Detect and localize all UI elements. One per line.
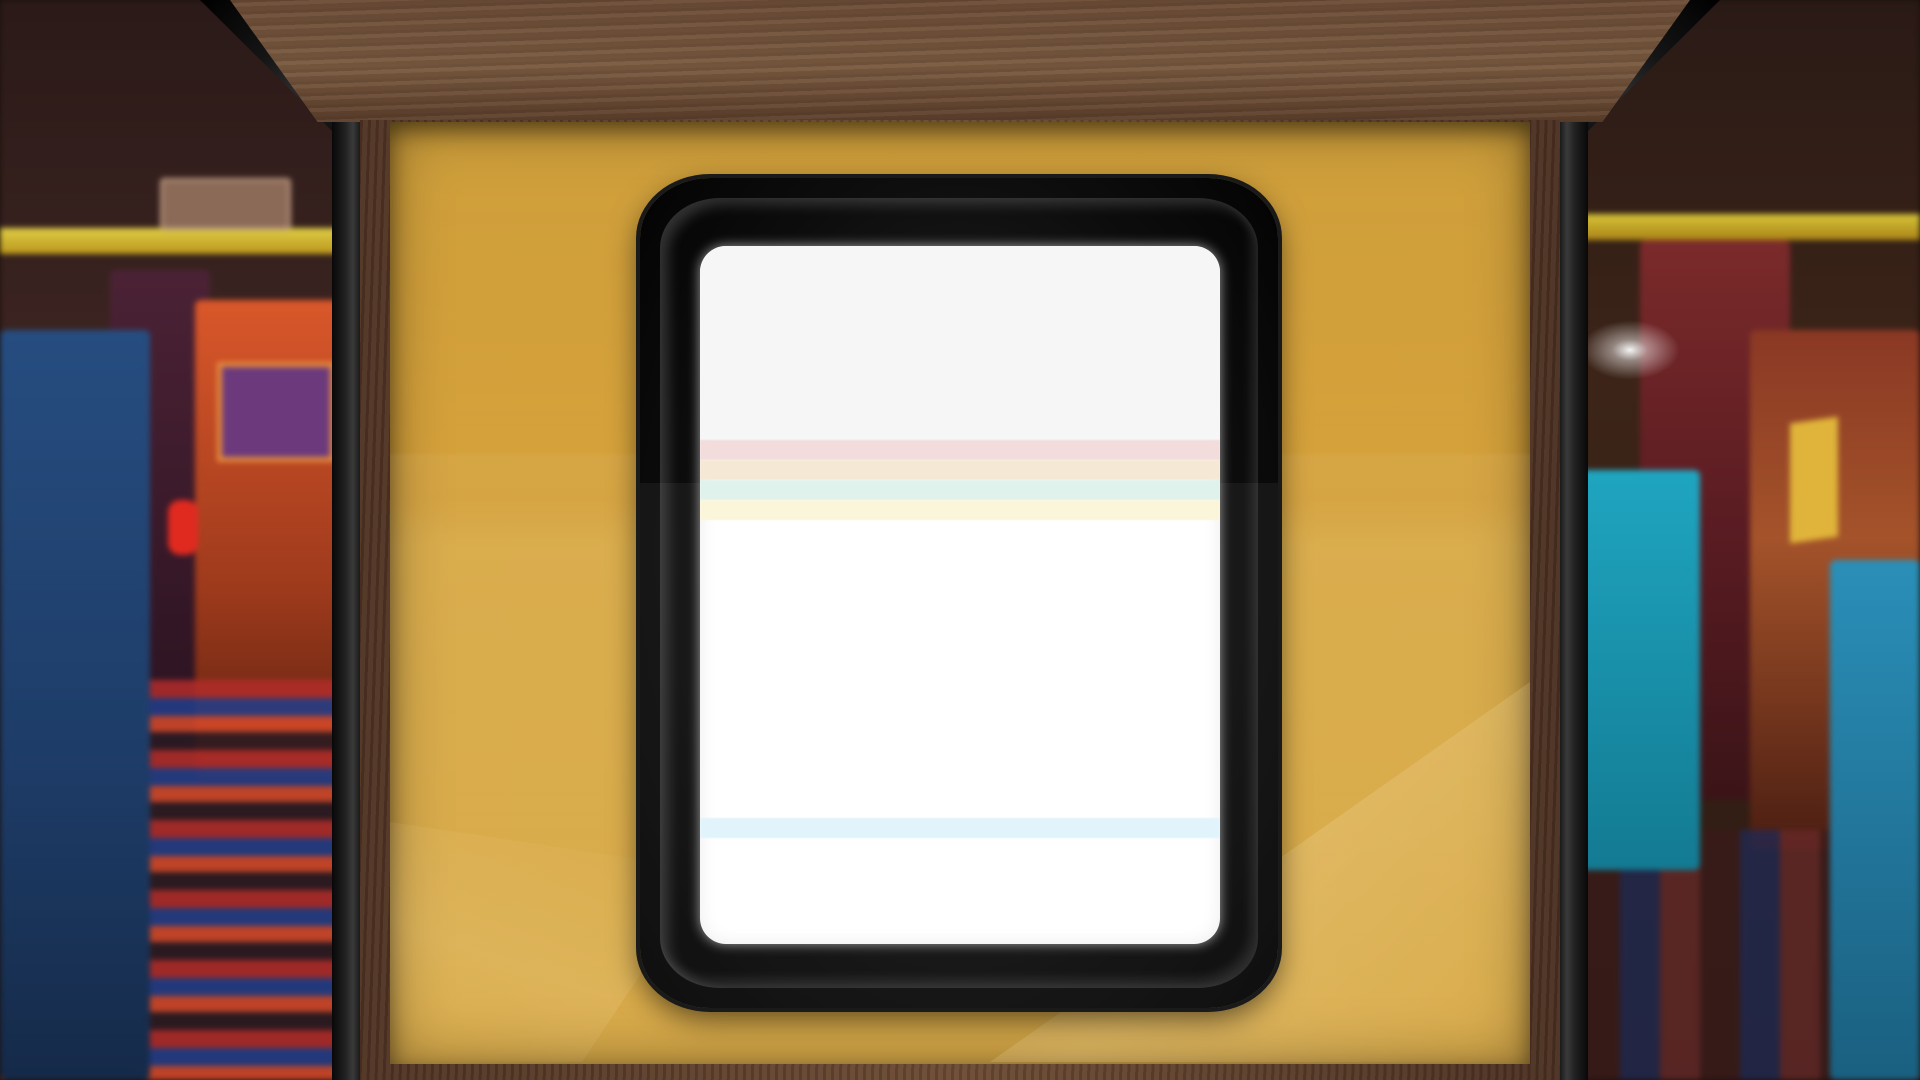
game-screen[interactable] — [700, 246, 1220, 944]
red-light — [168, 500, 198, 555]
background-arcade-left — [0, 0, 340, 1080]
background-cabinet — [1580, 470, 1700, 870]
screen-top-zone — [700, 246, 1220, 440]
color-band — [700, 480, 1220, 500]
background-cabinet — [0, 330, 150, 1080]
background-arcade-right — [1580, 0, 1920, 1080]
background-cabinet-screen — [1790, 416, 1838, 544]
color-band — [700, 460, 1220, 480]
wall-sign — [160, 178, 291, 230]
color-band — [700, 440, 1220, 460]
cabinet-side-left — [332, 0, 362, 1080]
color-band — [700, 500, 1220, 520]
cabinet-marquee-wood — [230, 0, 1690, 122]
background-cabinet-screen — [217, 362, 335, 462]
color-band — [700, 818, 1220, 838]
cabinet-side-right — [1558, 0, 1588, 1080]
neon-strip — [1580, 214, 1920, 240]
arcade-scene — [0, 0, 1920, 1080]
lens-flare — [1580, 320, 1680, 380]
neon-strip — [0, 228, 340, 254]
background-cabinet — [1830, 560, 1920, 1080]
